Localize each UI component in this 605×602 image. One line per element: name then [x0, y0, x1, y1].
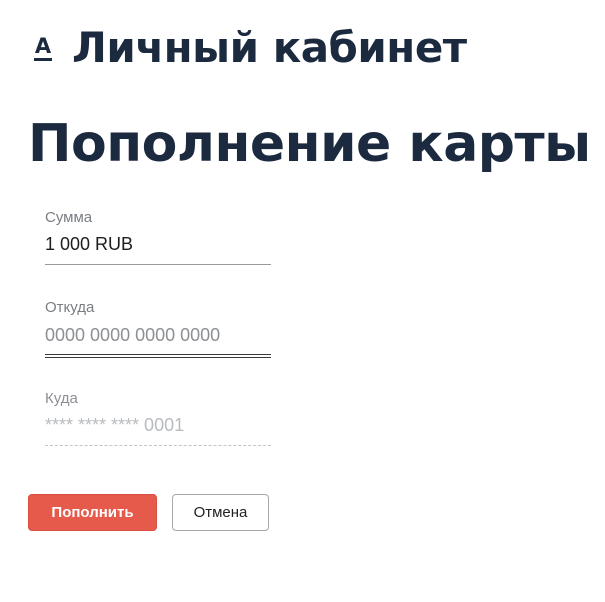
page-title: Пополнение карты — [28, 114, 591, 174]
amount-value[interactable]: 1 000 RUB — [45, 233, 271, 257]
page: А Личный кабинет Пополнение карты Сумма … — [0, 0, 605, 602]
from-card-label: Откуда — [45, 299, 95, 316]
amount-field[interactable]: Сумма 1 000 RUB — [45, 209, 271, 265]
alfa-logo-icon[interactable]: А — [32, 28, 54, 68]
to-card-field: Куда **** **** **** 0001 — [45, 390, 271, 446]
to-card-value: **** **** **** 0001 — [45, 415, 185, 435]
cancel-button[interactable]: Отмена — [172, 494, 269, 531]
logo-letter: А — [34, 33, 52, 58]
from-card-field[interactable]: Откуда — [45, 299, 271, 358]
app-title: Личный кабинет — [72, 23, 467, 72]
from-card-underline — [45, 354, 271, 358]
to-card-underline — [45, 445, 271, 446]
from-card-input[interactable] — [45, 323, 271, 347]
top-up-button[interactable]: Пополнить — [28, 494, 157, 531]
header: А Личный кабинет — [32, 22, 467, 74]
logo-underline — [34, 57, 52, 61]
amount-label: Сумма — [45, 209, 93, 226]
amount-underline — [45, 264, 271, 265]
to-card-label: Куда — [45, 390, 78, 407]
